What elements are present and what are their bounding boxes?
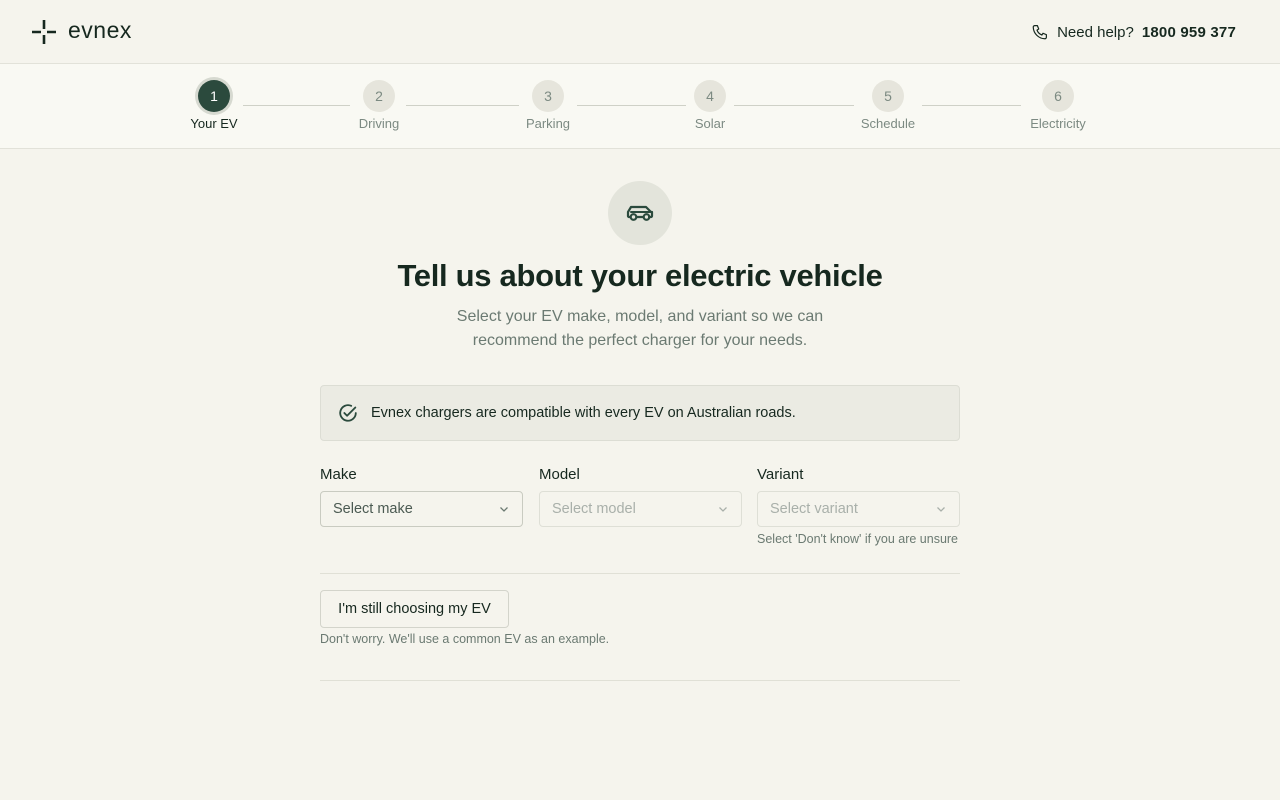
variant-select[interactable]: Select variant (757, 491, 960, 527)
section-divider (320, 573, 960, 574)
make-label: Make (320, 466, 357, 483)
step-label: Electricity (1030, 116, 1086, 131)
car-icon (626, 205, 654, 221)
make-select[interactable]: Select make (320, 491, 523, 527)
phone-icon (1032, 25, 1048, 40)
evnex-logo[interactable]: evnex (32, 17, 132, 45)
step-connector (922, 105, 1021, 106)
notice-text: Evnex chargers are compatible with every… (371, 405, 796, 421)
step-number: 3 (532, 80, 564, 112)
evnex-logo-mark-icon (32, 20, 56, 44)
chevron-down-icon (500, 507, 508, 512)
step-number: 6 (1042, 80, 1074, 112)
step-label: Driving (358, 116, 400, 131)
make-placeholder: Select make (333, 501, 413, 517)
variant-placeholder: Select variant (770, 501, 858, 517)
step-electricity[interactable]: 6 Electricity (1013, 80, 1103, 132)
model-field: Model Select model (539, 466, 742, 527)
step-label: Schedule (860, 116, 916, 131)
page-title: Tell us about your electric vehicle (397, 258, 883, 293)
step-number: 5 (872, 80, 904, 112)
step-label: Solar (694, 116, 726, 131)
progress-stepper: 1 Your EV 2 Driving 3 Parking 4 Solar 5 … (0, 64, 1280, 149)
step-schedule[interactable]: 5 Schedule (843, 80, 933, 132)
page-subtitle: Select your EV make, model, and variant … (456, 308, 824, 349)
help-label: Need help? (1057, 23, 1134, 41)
step-number: 1 (198, 80, 230, 112)
help-phone-number[interactable]: 1800 959 377 (1142, 24, 1236, 41)
step-parking[interactable]: 3 Parking (503, 80, 593, 132)
chevron-down-icon (937, 507, 945, 512)
step-your-ev[interactable]: 1 Your EV (169, 80, 259, 132)
compatibility-notice: Evnex chargers are compatible with every… (320, 385, 960, 441)
step-solar[interactable]: 4 Solar (665, 80, 755, 132)
variant-hint: Select 'Don't know' if you are unsure (757, 532, 959, 546)
check-circle-icon (339, 404, 357, 422)
model-placeholder: Select model (552, 501, 636, 517)
still-choosing-note: Don't worry. We'll use a common EV as an… (320, 632, 610, 646)
step-number: 2 (363, 80, 395, 112)
help-contact[interactable]: Need help? 1800 959 377 (1031, 22, 1236, 42)
section-divider (320, 680, 960, 681)
variant-field: Variant Select variant Select 'Don't kno… (757, 466, 960, 546)
model-select[interactable]: Select model (539, 491, 742, 527)
make-field: Make Select make (320, 466, 523, 527)
still-choosing-button[interactable]: I'm still choosing my EV (320, 590, 509, 628)
brand-name: evnex (68, 17, 132, 43)
model-label: Model (539, 466, 580, 483)
car-badge (608, 181, 672, 245)
chevron-down-icon (719, 507, 727, 512)
step-number: 4 (694, 80, 726, 112)
step-driving[interactable]: 2 Driving (334, 80, 424, 132)
step-label: Parking (525, 116, 571, 131)
top-header: evnex Need help? 1800 959 377 (0, 0, 1280, 64)
step-label: Your EV (190, 116, 238, 131)
variant-label: Variant (757, 466, 804, 483)
